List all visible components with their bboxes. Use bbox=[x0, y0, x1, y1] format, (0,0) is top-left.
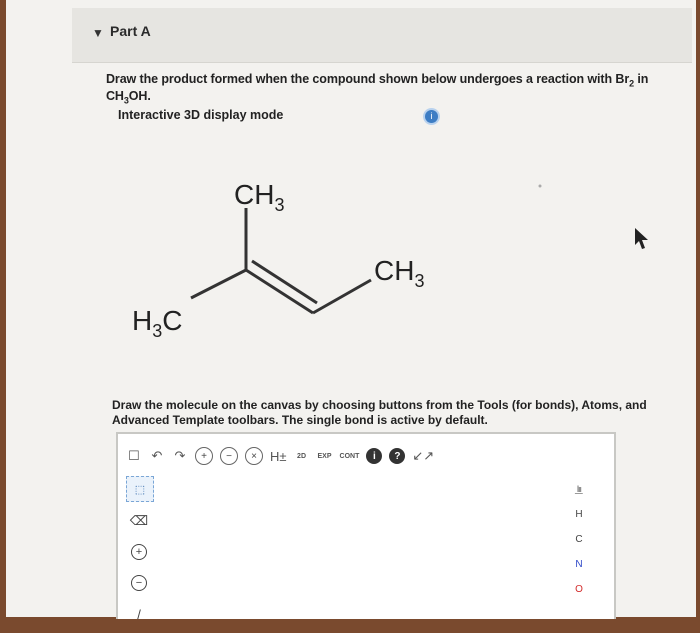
label-ch3-right: CH3 bbox=[374, 255, 424, 291]
bond-right bbox=[312, 278, 372, 315]
part-header[interactable]: ▼ Part A bbox=[72, 8, 692, 63]
zoom-in-icon[interactable]: + bbox=[195, 447, 213, 465]
label-ch3-top: CH3 bbox=[234, 179, 284, 215]
atom-c-button[interactable]: C bbox=[568, 527, 590, 552]
select-tool-icon[interactable]: ⬚ bbox=[126, 476, 154, 502]
clear-icon[interactable]: × bbox=[245, 447, 263, 465]
redo-icon[interactable]: ↷ bbox=[172, 446, 188, 466]
label-h3c-left: H3C bbox=[132, 305, 182, 341]
instructions: Draw the molecule on the canvas by choos… bbox=[112, 398, 647, 427]
charge-plus-button[interactable]: + bbox=[126, 540, 152, 564]
2d-button[interactable]: 2D bbox=[294, 446, 310, 466]
canvas-dot bbox=[538, 184, 542, 188]
bond-double-2 bbox=[251, 259, 318, 305]
atom-o-button[interactable]: O bbox=[568, 577, 590, 602]
info-icon[interactable]: i bbox=[425, 110, 438, 123]
question-text-post: OH. bbox=[128, 88, 151, 103]
question-text: Draw the product formed when the compoun… bbox=[106, 72, 696, 105]
page: ▼ Part A Draw the product formed when th… bbox=[6, 0, 696, 622]
molecule-display[interactable]: CH3 CH3 H3C bbox=[116, 170, 648, 380]
zoom-out-icon[interactable]: − bbox=[220, 447, 238, 465]
bond-double-1 bbox=[245, 268, 314, 315]
expand-button[interactable]: EXP bbox=[317, 446, 333, 466]
top-toolbar: ☐ ↶ ↷ + − × H± 2D EXP CONT i ? ↙↗ bbox=[126, 444, 434, 468]
undo-icon[interactable]: ↶ bbox=[149, 446, 165, 466]
hydrogen-toggle-button[interactable]: H± bbox=[270, 446, 287, 466]
eraser-icon[interactable]: ⌫ bbox=[126, 509, 152, 533]
bond-left bbox=[190, 268, 247, 300]
fullscreen-icon[interactable]: ↙↗ bbox=[412, 446, 434, 466]
help-icon[interactable]: ? bbox=[389, 448, 406, 464]
triangle-down-icon[interactable]: ▼ bbox=[92, 26, 104, 40]
part-title: Part A bbox=[110, 23, 151, 39]
minus-icon: − bbox=[131, 575, 147, 591]
contract-button[interactable]: CONT bbox=[340, 446, 360, 466]
drawing-editor[interactable]: ☐ ↶ ↷ + − × H± 2D EXP CONT i ? ↙↗ ⬚ ⌫ + … bbox=[116, 432, 616, 622]
left-toolbar: ⬚ ⌫ + − / bbox=[126, 476, 156, 633]
periodic-table-icon[interactable]: l͟ıı bbox=[568, 484, 590, 494]
single-bond-icon[interactable]: / bbox=[126, 602, 152, 626]
charge-minus-button[interactable]: − bbox=[126, 571, 152, 595]
question-text-pre: Draw the product formed when the compoun… bbox=[106, 72, 630, 86]
atom-h-button[interactable]: H bbox=[568, 502, 590, 527]
atom-n-button[interactable]: N bbox=[568, 552, 590, 577]
display-mode-label: Interactive 3D display mode bbox=[118, 108, 284, 122]
new-document-icon[interactable]: ☐ bbox=[126, 446, 142, 466]
atoms-toolbar: l͟ıı H C N O bbox=[568, 484, 590, 602]
info-icon[interactable]: i bbox=[366, 448, 383, 464]
cursor-icon bbox=[635, 228, 648, 249]
plus-icon: + bbox=[131, 544, 147, 560]
